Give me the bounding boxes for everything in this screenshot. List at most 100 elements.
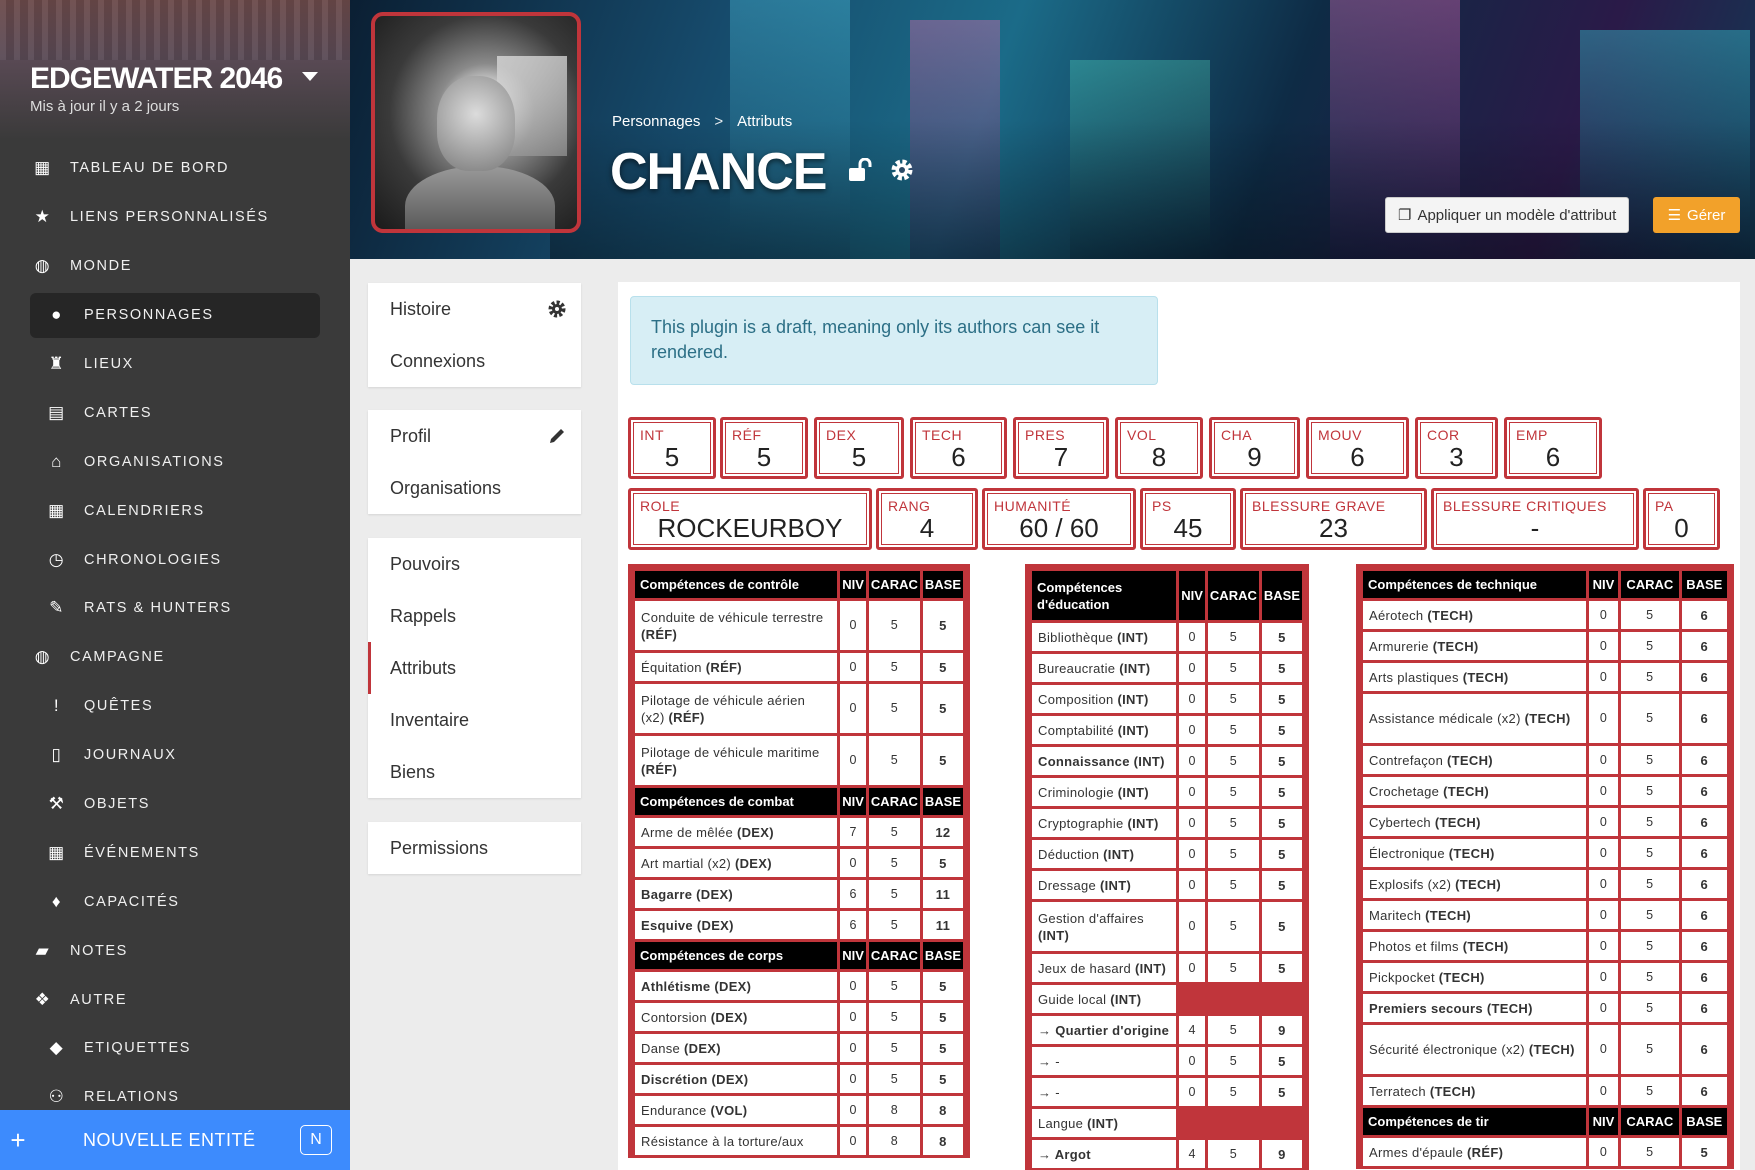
sidebar-item-notes[interactable]: ▰ NOTES — [0, 926, 350, 975]
campaign-name[interactable]: EDGEWATER 2046 — [30, 62, 283, 96]
sidebar-item-liens-personnalisés[interactable]: ★ LIENS PERSONNALISÉS — [0, 193, 350, 242]
skill-attribute: (TECH) — [1443, 783, 1489, 799]
table-row: Électronique (TECH) 0 5 6 — [1363, 839, 1727, 867]
unlock-icon[interactable] — [848, 158, 874, 182]
stat-box: VOL 8 — [1115, 417, 1203, 479]
menu-item-biens[interactable]: Biens — [368, 746, 581, 798]
menu-item-rappels[interactable]: Rappels — [368, 590, 581, 642]
skill-category-header: Compétences de technique NIV CARAC BASE — [1363, 571, 1727, 598]
skill-attribute: (TECH) — [1438, 969, 1485, 985]
skill-base: 6 — [1681, 870, 1727, 898]
manage-label: Gérer — [1687, 206, 1726, 224]
table-row: Jeux de hasard (INT) 0 5 5 — [1032, 954, 1302, 982]
sidebar-item-label: TABLEAU DE BORD — [70, 160, 230, 177]
skill-level: 6 — [840, 911, 866, 939]
stat-label: COR — [1427, 427, 1460, 443]
sidebar-item-cartes[interactable]: ▤ CARTES — [0, 388, 350, 437]
menu-item-profil[interactable]: Profil — [368, 410, 581, 462]
pencil-icon[interactable] — [547, 426, 567, 446]
skill-carac: 5 — [868, 1034, 920, 1062]
avatar[interactable] — [371, 12, 581, 233]
skill-level: 0 — [1179, 954, 1205, 982]
caret-down-icon[interactable] — [302, 72, 318, 81]
sidebar-item-organisations[interactable]: ⌂ ORGANISATIONS — [0, 437, 350, 486]
sidebar-item-journaux[interactable]: ▯ JOURNAUX — [0, 731, 350, 780]
table-row: Dressage (INT) 0 5 5 — [1032, 871, 1302, 899]
skill-label: Danse — [641, 1040, 681, 1056]
sidebar-item-label: PERSONNAGES — [84, 307, 214, 324]
breadcrumb: Personnages > Attributs — [612, 113, 792, 130]
skill-base: 6 — [1681, 932, 1727, 960]
skill-attribute: (DEX) — [734, 855, 772, 871]
skill-attribute: (DEX) — [696, 917, 734, 933]
menu-item-connexions[interactable]: Connexions — [368, 335, 581, 387]
sidebar-item-autre[interactable]: ❖ AUTRE — [0, 975, 350, 1024]
skill-attribute: (VOL) — [710, 1102, 748, 1118]
sidebar-item-tableau-de-bord[interactable]: ▦ TABLEAU DE BORD — [0, 144, 350, 193]
sidebar-item-label: MONDE — [70, 258, 132, 275]
skill-label: Esquive — [641, 917, 693, 933]
table-row: Cryptographie (INT) 0 5 5 — [1032, 809, 1302, 837]
skill-carac: 5 — [1621, 870, 1679, 898]
skill-carac: 5 — [1207, 747, 1259, 775]
sidebar-item-calendriers[interactable]: ▦ CALENDRIERS — [0, 486, 350, 535]
sidebar-item-lieux[interactable]: ♜ LIEUX — [0, 340, 350, 389]
new-entity-button[interactable]: + NOUVELLE ENTITÉ N — [0, 1110, 350, 1170]
menu-item-histoire[interactable]: Histoire — [368, 283, 581, 335]
campaign-header[interactable]: EDGEWATER 2046 Mis à jour il y a 2 jours — [0, 0, 350, 140]
gear-icon[interactable] — [547, 299, 567, 319]
skill-label: Pilotage de véhicule aérien (x2) — [641, 692, 806, 725]
skill-name: Conduite de véhicule terrestre (RÉF) — [635, 601, 838, 650]
sidebar-item-monde[interactable]: ◍ MONDE — [0, 242, 350, 291]
skill-label: Athlétisme — [641, 978, 711, 994]
skill-attribute: (TECH) — [1455, 876, 1502, 892]
table-row: → - 055 — [1032, 1047, 1302, 1075]
sidebar-item-rats-hunters[interactable]: ✎ RATS & HUNTERS — [0, 584, 350, 633]
sidebar-item-quêtes[interactable]: ! QUÊTES — [0, 682, 350, 731]
skill-level: 0 — [840, 1127, 866, 1155]
menu-item-attributs[interactable]: Attributs — [368, 642, 581, 694]
breadcrumb-attributs[interactable]: Attributs — [737, 113, 792, 130]
stat-value: 8 — [1151, 442, 1167, 472]
skill-attribute: (INT) — [1099, 877, 1132, 893]
stat-box: RÉF 5 — [720, 417, 808, 479]
skill-attribute: (TECH) — [1425, 907, 1472, 923]
skill-base: 5 — [1261, 954, 1302, 982]
menu-item-inventaire[interactable]: Inventaire — [368, 694, 581, 746]
chess-rook-icon: ♜ — [48, 354, 66, 373]
stat-value: 5 — [756, 442, 772, 472]
table-row: Composition (INT) 0 5 5 — [1032, 685, 1302, 713]
sidebar-nav: ▦ TABLEAU DE BORD ★ LIENS PERSONNALISÉS ◍ MON… — [0, 144, 350, 1122]
stat-label: INT — [640, 427, 665, 443]
sidebar-item-campagne[interactable]: ◍ CAMPAGNE — [0, 633, 350, 682]
table-row: Photos et films (TECH) 0 5 6 — [1363, 932, 1727, 960]
menu-item-pouvoirs[interactable]: Pouvoirs — [368, 538, 581, 590]
skill-base: 12 — [922, 818, 963, 846]
skill-name: Pilotage de véhicule aérien (x2) (RÉF) — [635, 684, 838, 733]
skill-category-header: Compétences de corps NIV CARAC BASE — [635, 942, 963, 969]
skill-level: 0 — [1589, 901, 1619, 929]
breadcrumb-personnages[interactable]: Personnages — [612, 113, 700, 130]
skill-name: Arme de mêlée (DEX) — [635, 818, 838, 846]
table-row: Armes d'épaule (RÉF) 0 5 5 — [1363, 1138, 1727, 1166]
skill-base: 5 — [922, 1065, 963, 1093]
sidebar-item-objets[interactable]: ⚒ OBJETS — [0, 780, 350, 829]
menu-item-permissions[interactable]: Permissions — [368, 822, 581, 874]
gear-icon[interactable] — [889, 157, 915, 183]
sidebar-item-personnages[interactable]: ● PERSONNAGES — [0, 291, 350, 340]
sidebar-item-etiquettes[interactable]: ◆ ETIQUETTES — [0, 1024, 350, 1073]
apply-template-button[interactable]: ❐ Appliquer un modèle d'attribut — [1385, 197, 1630, 233]
plus-icon: + — [10, 1124, 26, 1155]
menu-item-organisations[interactable]: Organisations — [368, 462, 581, 514]
sidebar-item-événements[interactable]: ▦ ÉVÉNEMENTS — [0, 828, 350, 877]
sidebar-item-capacités[interactable]: ♦ CAPACITÉS — [0, 877, 350, 926]
skill-carac: 5 — [1621, 694, 1679, 743]
manage-button[interactable]: ☰ Gérer — [1653, 197, 1740, 233]
skill-attribute: (INT) — [1117, 784, 1149, 800]
category-title: Compétences d'éducation — [1032, 571, 1177, 620]
skill-level: 0 — [840, 653, 866, 681]
column-carac: CARAC — [1207, 571, 1259, 620]
sidebar-item-chronologies[interactable]: ◷ CHRONOLOGIES — [0, 535, 350, 584]
column-base: BASE — [922, 942, 963, 969]
stat-value: 5 — [664, 442, 680, 472]
